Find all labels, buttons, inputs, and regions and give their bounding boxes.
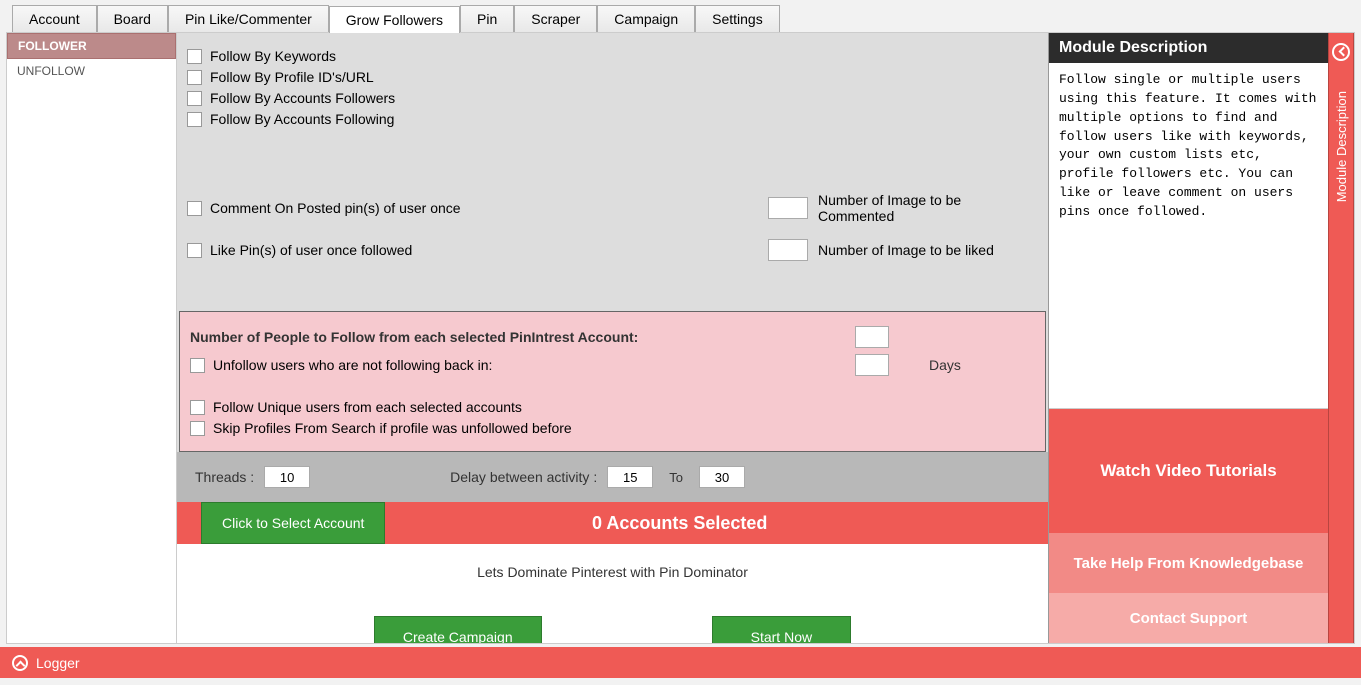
label-unfollow-back: Unfollow users who are not following bac… (213, 357, 492, 373)
checkbox-follow-followers[interactable] (187, 91, 202, 106)
label-unique-users: Follow Unique users from each selected a… (213, 399, 522, 415)
logger-expand-bar[interactable]: Logger (0, 644, 1361, 678)
input-images-to-like[interactable] (768, 239, 808, 261)
checkbox-follow-following[interactable] (187, 112, 202, 127)
checkbox-unfollow-back[interactable] (190, 358, 205, 373)
tab-pin-like-commenter[interactable]: Pin Like/Commenter (168, 5, 329, 32)
sidebar-item-follower[interactable]: FOLLOWER (7, 33, 176, 59)
sidebar: FOLLOWER UNFOLLOW (7, 33, 177, 643)
select-account-button[interactable]: Click to Select Account (201, 502, 385, 544)
tab-board[interactable]: Board (97, 5, 168, 32)
label-follow-keywords: Follow By Keywords (210, 48, 336, 64)
label-like-once: Like Pin(s) of user once followed (210, 242, 412, 258)
threads-delay-bar: Threads : Delay between activity : To (177, 452, 1048, 502)
label-follow-followers: Follow By Accounts Followers (210, 90, 395, 106)
label-delay: Delay between activity : (450, 469, 597, 485)
checkbox-comment-once[interactable] (187, 201, 202, 216)
input-people-to-follow[interactable] (855, 326, 889, 348)
label-threads: Threads : (195, 469, 254, 485)
input-images-to-comment[interactable] (768, 197, 808, 219)
content-panel: FOLLOWER UNFOLLOW Follow By Keywords Fol… (6, 32, 1355, 644)
tab-settings[interactable]: Settings (695, 5, 780, 32)
watch-video-tutorials-button[interactable]: Watch Video Tutorials (1049, 408, 1328, 533)
checkbox-follow-keywords[interactable] (187, 49, 202, 64)
module-description-title: Module Description (1049, 33, 1328, 63)
follow-options: Follow By Keywords Follow By Profile ID'… (177, 33, 1048, 311)
contact-support-button[interactable]: Contact Support (1049, 593, 1328, 643)
label-skip-profiles: Skip Profiles From Search if profile was… (213, 420, 572, 436)
module-description-collapse-ribbon[interactable]: Module Description (1328, 33, 1354, 643)
checkbox-follow-profile[interactable] (187, 70, 202, 85)
knowledgebase-help-button[interactable]: Take Help From Knowledgebase (1049, 533, 1328, 593)
label-comment-once: Comment On Posted pin(s) of user once (210, 200, 461, 216)
logger-label: Logger (36, 655, 80, 671)
tab-pin[interactable]: Pin (460, 5, 514, 32)
chevron-up-icon (12, 655, 28, 671)
label-people-to-follow: Number of People to Follow from each sel… (190, 329, 638, 345)
input-delay-to[interactable] (699, 466, 745, 488)
action-panel: Lets Dominate Pinterest with Pin Dominat… (177, 544, 1048, 643)
tagline: Lets Dominate Pinterest with Pin Dominat… (177, 564, 1048, 580)
label-days: Days (929, 357, 961, 373)
follow-config-panel: Number of People to Follow from each sel… (179, 311, 1046, 452)
tab-scraper[interactable]: Scraper (514, 5, 597, 32)
input-delay-from[interactable] (607, 466, 653, 488)
input-unfollow-days[interactable] (855, 354, 889, 376)
main-panel: Follow By Keywords Follow By Profile ID'… (177, 33, 1048, 643)
label-follow-profile: Follow By Profile ID's/URL (210, 69, 374, 85)
checkbox-like-once[interactable] (187, 243, 202, 258)
start-now-button[interactable]: Start Now (712, 616, 851, 643)
sidebar-item-unfollow[interactable]: UNFOLLOW (7, 59, 176, 83)
account-selection-bar: Click to Select Account 0 Accounts Selec… (177, 502, 1048, 544)
label-images-to-comment: Number of Image to be Commented (818, 192, 1038, 224)
module-description-panel: Module Description Follow single or mult… (1048, 33, 1328, 643)
label-to: To (663, 470, 689, 485)
checkbox-unique-users[interactable] (190, 400, 205, 415)
module-description-body: Follow single or multiple users using th… (1049, 63, 1328, 408)
app-window: Account Board Pin Like/Commenter Grow Fo… (0, 0, 1361, 685)
create-campaign-button[interactable]: Create Campaign (374, 616, 542, 643)
accounts-selected-status: 0 Accounts Selected (592, 513, 767, 534)
ribbon-label: Module Description (1334, 91, 1349, 202)
main-tabs: Account Board Pin Like/Commenter Grow Fo… (0, 3, 1361, 32)
label-images-to-like: Number of Image to be liked (818, 242, 1038, 258)
tab-campaign[interactable]: Campaign (597, 5, 695, 32)
input-threads[interactable] (264, 466, 310, 488)
tab-account[interactable]: Account (12, 5, 97, 32)
checkbox-skip-profiles[interactable] (190, 421, 205, 436)
label-follow-following: Follow By Accounts Following (210, 111, 394, 127)
tab-grow-followers[interactable]: Grow Followers (329, 6, 460, 33)
chevron-left-icon (1332, 43, 1350, 61)
